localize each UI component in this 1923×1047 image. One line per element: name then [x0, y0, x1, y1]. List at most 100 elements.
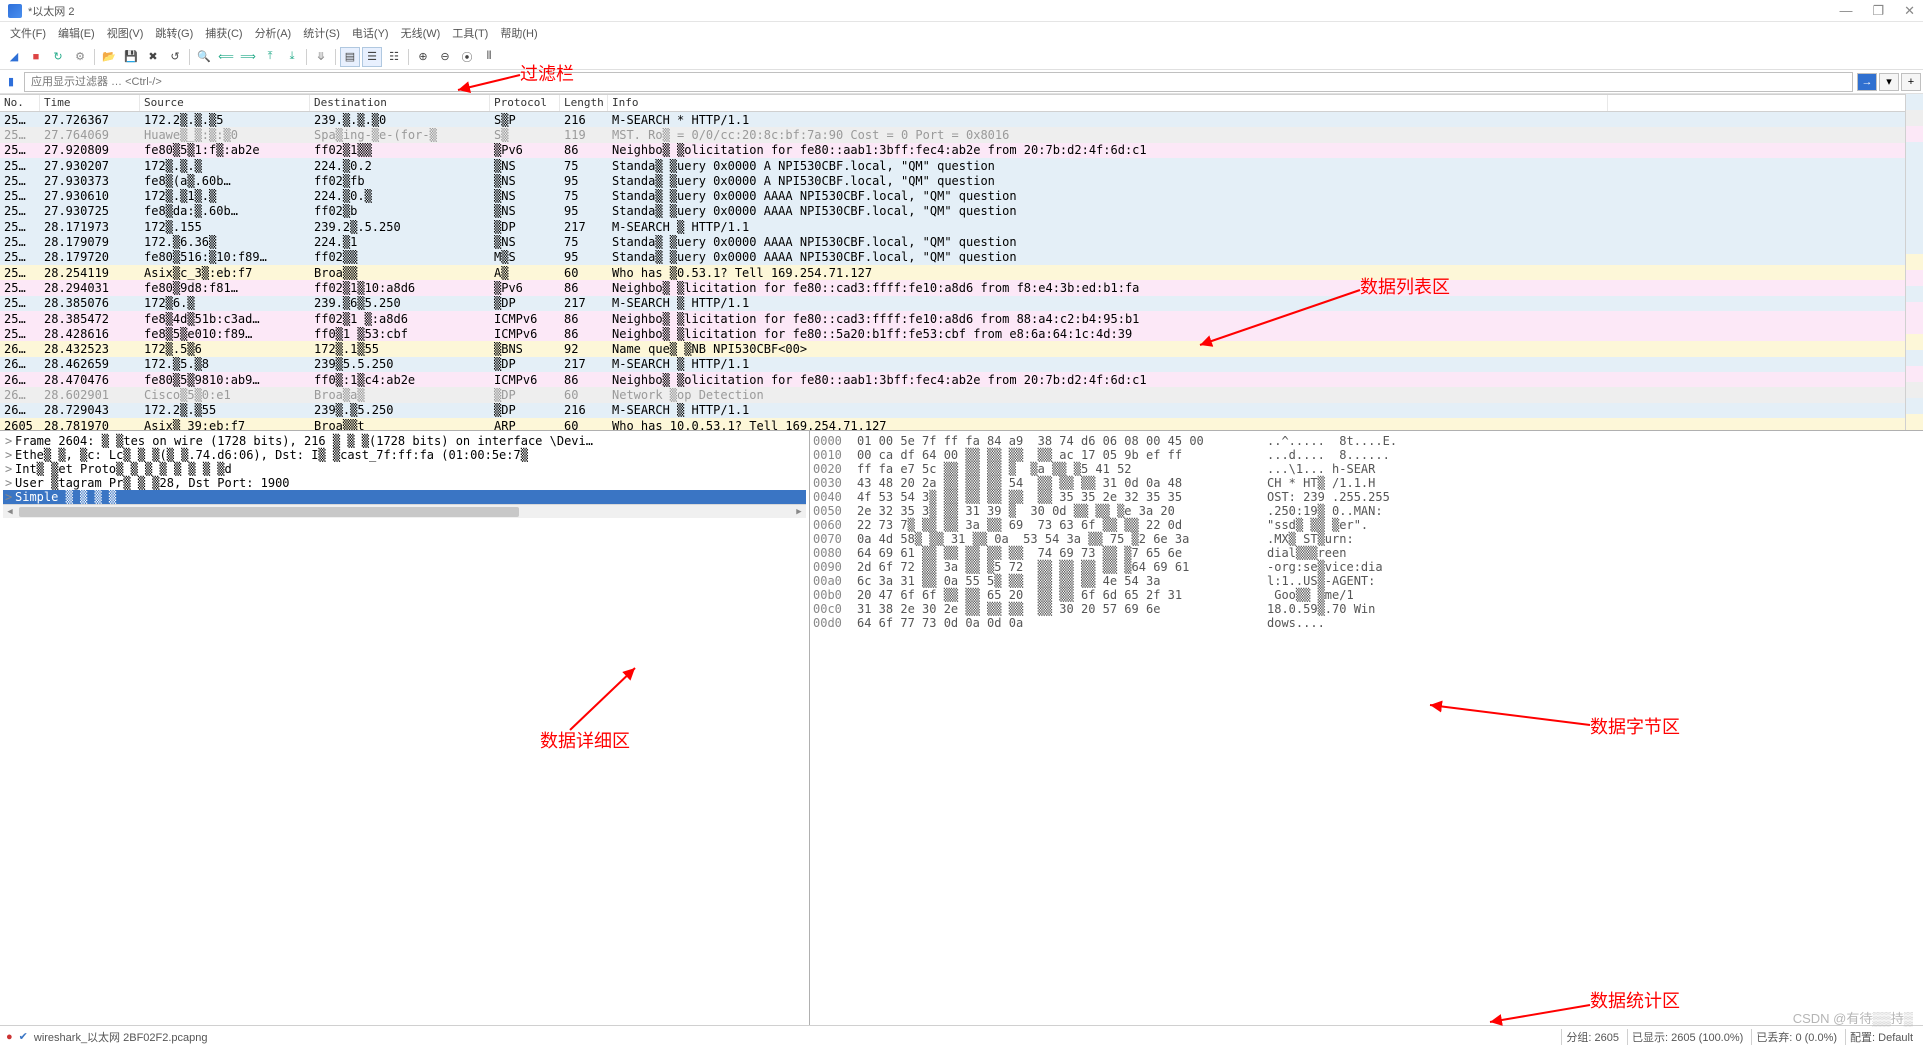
details-line[interactable]: >User ▒tagram Pr▒ ▒ ▒28, Dst Port: 1900 — [3, 476, 806, 490]
menu-item[interactable]: 捕获(C) — [199, 23, 248, 43]
bytes-row[interactable]: 00d064 6f 77 73 0d 0a 0d 0adows.... — [813, 616, 1920, 630]
bytes-row[interactable]: 003043 48 20 2a ▒▒ ▒▒ ▒▒ 54 ▒▒ ▒▒ ▒▒ 31 … — [813, 476, 1920, 490]
bytes-row[interactable]: 00a06c 3a 31 ▒▒ 0a 55 5▒ ▒▒ ▒▒ ▒▒ ▒▒ 4e … — [813, 574, 1920, 588]
expand-chevron-icon[interactable]: > — [5, 434, 15, 448]
reload-button[interactable]: ↺ — [165, 47, 185, 67]
close-file-button[interactable]: ✖ — [143, 47, 163, 67]
zoom-reset-button[interactable]: ⦿ — [457, 47, 477, 67]
go-first-button[interactable]: ⤓ — [282, 47, 302, 67]
menu-item[interactable]: 视图(V) — [101, 23, 150, 43]
packet-row[interactable]: 25…28.179079172.▒6.36▒224.▒1▒NS75Standa▒… — [0, 234, 1905, 249]
bytes-row[interactable]: 00902d 6f 72 ▒▒ 3a ▒▒ ▒5 72 ▒▒ ▒▒ ▒▒ ▒▒ … — [813, 560, 1920, 574]
packet-row[interactable]: 25…28.385472fe8▒4d▒51b:c3ad…ff02▒1 ▒:a8d… — [0, 311, 1905, 326]
packet-rows[interactable]: 25…27.726367172.2▒.▒.▒5239.▒.▒.▒0S▒P216M… — [0, 112, 1905, 430]
bytes-row[interactable]: 00b020 47 6f 6f ▒▒ ▒▒ 65 20 ▒▒ ▒▒ 6f 6d … — [813, 588, 1920, 602]
bytes-row[interactable]: 00502e 32 35 3▒ ▒▒ 31 39 ▒ 30 0d ▒▒ ▒▒ ▒… — [813, 504, 1920, 518]
restart-capture-button[interactable]: ↻ — [48, 47, 68, 67]
packet-row[interactable]: 25…28.294031fe80▒9d8:f81…ff02▒1▒10:a8d6▒… — [0, 280, 1905, 295]
zoom-in-button[interactable]: ⊕ — [413, 47, 433, 67]
column-header-no[interactable]: No. — [0, 95, 40, 111]
details-line[interactable]: >Ethe▒ ▒, ▒c: Lc▒ ▒ ▒(▒ ▒.74.d6:06), Dst… — [3, 448, 806, 462]
bytes-row[interactable]: 006022 73 7▒ ▒▒ ▒▒ 3a ▒▒ 69 73 63 6f ▒▒ … — [813, 518, 1920, 532]
packet-row[interactable]: 26…28.432523172▒.5▒6172▒.1▒55▒BNS92Name … — [0, 341, 1905, 356]
go-to-packet-button[interactable]: ⤒ — [260, 47, 280, 67]
packet-row[interactable]: 25…27.764069Huawe▒_▒:▒:▒0Spa▒ing-▒e-(for… — [0, 127, 1905, 142]
menu-item[interactable]: 分析(A) — [249, 23, 298, 43]
packet-row[interactable]: 25…27.920809fe80▒5▒1:f▒:ab2eff02▒1▒▒▒Pv6… — [0, 143, 1905, 158]
bytes-row[interactable]: 00404f 53 54 3▒ ▒▒ ▒▒ ▒▒ ▒▒ ▒▒ 35 35 2e … — [813, 490, 1920, 504]
packet-row[interactable]: 25…27.930207172▒.▒.▒224.▒0.2▒NS75Standa▒… — [0, 158, 1905, 173]
menu-item[interactable]: 编辑(E) — [52, 23, 101, 43]
menu-item[interactable]: 跳转(G) — [149, 23, 199, 43]
menu-item[interactable]: 帮助(H) — [494, 23, 543, 43]
filter-dropdown-button[interactable]: ▾ — [1879, 73, 1899, 91]
packet-row[interactable]: 25…28.385076172▒6.▒239.▒6▒5.250▒DP217M-S… — [0, 296, 1905, 311]
close-button[interactable]: ✕ — [1904, 3, 1915, 19]
details-line[interactable]: >Int▒ ▒et Proto▒ ▒ ▒ ▒ ▒ ▒ ▒ ▒d — [3, 462, 806, 476]
bytes-row[interactable]: 00c031 38 2e 30 2e ▒▒ ▒▒ ▒▒ ▒▒ 30 20 57 … — [813, 602, 1920, 616]
maximize-button[interactable]: ❐ — [1872, 3, 1884, 19]
packet-row[interactable]: 25…27.930373fe8▒(a▒.60b…ff02▒fb▒NS95Stan… — [0, 173, 1905, 188]
column-header-time[interactable]: Time — [40, 95, 140, 111]
details-line[interactable]: >Simple ▒ ▒ ▒ ▒ — [3, 490, 806, 504]
packet-row[interactable]: 25…28.179720fe80▒516:▒10:f89…ff02▒▒M▒S95… — [0, 250, 1905, 265]
packet-row[interactable]: 26…28.602901Cisco▒5▒0:e1Broa▒a▒▒DP60Netw… — [0, 387, 1905, 402]
apply-filter-button[interactable]: → — [1857, 73, 1877, 91]
go-forward-button[interactable]: ⟹ — [238, 47, 258, 67]
column-header-len[interactable]: Length — [560, 95, 608, 111]
packet-minimap[interactable] — [1905, 94, 1923, 430]
menu-item[interactable]: 无线(W) — [395, 23, 447, 43]
packet-row[interactable]: 260528.781970Asix▒_39:eb:f7Broa▒▒tARP60W… — [0, 418, 1905, 430]
find-button[interactable]: 🔍 — [194, 47, 214, 67]
expert-info-icon[interactable]: ✔ — [19, 1030, 28, 1043]
packet-row[interactable]: 25…27.930610172▒.▒1▒.▒224.▒0.▒▒NS75Stand… — [0, 188, 1905, 203]
details-scrollbar[interactable]: ◀ ▶ — [3, 504, 806, 518]
go-back-button[interactable]: ⟸ — [216, 47, 236, 67]
stop-capture-button[interactable]: ■ — [26, 47, 46, 67]
save-file-button[interactable]: 💾 — [121, 47, 141, 67]
bookmark-icon[interactable]: ▮ — [2, 73, 20, 91]
column-header-src[interactable]: Source — [140, 95, 310, 111]
shark-fin-icon[interactable]: ◢ — [4, 47, 24, 67]
column-header-proto[interactable]: Protocol — [490, 95, 560, 111]
display-filter-input[interactable] — [24, 72, 1853, 92]
menu-item[interactable]: 工具(T) — [446, 23, 494, 43]
capture-options-button[interactable]: ⚙ — [70, 47, 90, 67]
status-warning-icon[interactable]: ● — [6, 1031, 13, 1043]
packet-row[interactable]: 26…28.470476fe80▒5▒9810:ab9…ff0▒:1▒c4:ab… — [0, 372, 1905, 387]
packet-row[interactable]: 26…28.729043172.2▒.▒55239▒.▒5.250▒DP216M… — [0, 403, 1905, 418]
column-header-dst[interactable]: Destination — [310, 95, 490, 111]
column-header-info[interactable]: Info — [608, 95, 1608, 111]
packet-row[interactable]: 25…28.171973172▒.155239.2▒.5.250▒DP217M-… — [0, 219, 1905, 234]
menu-item[interactable]: 文件(F) — [4, 23, 52, 43]
minimize-button[interactable]: — — [1839, 3, 1852, 19]
add-filter-button[interactable]: + — [1901, 73, 1921, 91]
bytes-row[interactable]: 0020ff fa e7 5c ▒▒ ▒▒ ▒▒ ▒ ▒a ▒▒ ▒5 41 5… — [813, 462, 1920, 476]
packet-row[interactable]: 25…27.930725fe8▒da:▒.60b…ff02▒b▒NS95Stan… — [0, 204, 1905, 219]
resize-all-columns-button[interactable]: ⫴ — [479, 47, 499, 67]
layout-button[interactable]: ☰ — [362, 47, 382, 67]
displayed-count: 2605 (100.0%) — [1671, 1032, 1743, 1044]
bytes-row[interactable]: 00700a 4d 58▒ ▒▒ 31 ▒▒ 0a 53 54 3a ▒▒ 75… — [813, 532, 1920, 546]
open-file-button[interactable]: 📂 — [99, 47, 119, 67]
packet-row[interactable]: 26…28.462659172.▒5.▒8239▒5.5.250▒DP217M-… — [0, 357, 1905, 372]
expand-chevron-icon[interactable]: > — [5, 476, 15, 490]
menu-item[interactable]: 统计(S) — [297, 23, 346, 43]
packet-row[interactable]: 25…28.428616fe8▒5▒e010:f89…ff0▒1 ▒53:cbf… — [0, 326, 1905, 341]
bytes-row[interactable]: 008064 69 61 ▒▒ ▒▒ ▒▒ ▒▒ ▒▒ 74 69 73 ▒▒ … — [813, 546, 1920, 560]
expand-chevron-icon[interactable]: > — [5, 448, 15, 462]
packet-details-pane[interactable]: >Frame 2604: ▒ ▒tes on wire (1728 bits),… — [0, 431, 810, 1025]
auto-scroll-button[interactable]: ⤋ — [311, 47, 331, 67]
colorize-button[interactable]: ▤ — [340, 47, 360, 67]
expand-chevron-icon[interactable]: > — [5, 462, 15, 476]
resize-columns-button[interactable]: ☷ — [384, 47, 404, 67]
details-line[interactable]: >Frame 2604: ▒ ▒tes on wire (1728 bits),… — [3, 434, 806, 448]
bytes-row[interactable]: 001000 ca df 64 00 ▒▒ ▒▒ ▒▒ ▒▒ ac 17 05 … — [813, 448, 1920, 462]
packet-bytes-pane[interactable]: 000001 00 5e 7f ff fa 84 a9 38 74 d6 06 … — [810, 431, 1923, 1025]
expand-chevron-icon[interactable]: > — [5, 490, 15, 504]
menu-item[interactable]: 电话(Y) — [346, 23, 395, 43]
packet-row[interactable]: 25…28.254119Asix▒c_3▒:eb:f7Broa▒▒A▒60Who… — [0, 265, 1905, 280]
zoom-out-button[interactable]: ⊖ — [435, 47, 455, 67]
packet-row[interactable]: 25…27.726367172.2▒.▒.▒5239.▒.▒.▒0S▒P216M… — [0, 112, 1905, 127]
bytes-row[interactable]: 000001 00 5e 7f ff fa 84 a9 38 74 d6 06 … — [813, 434, 1920, 448]
